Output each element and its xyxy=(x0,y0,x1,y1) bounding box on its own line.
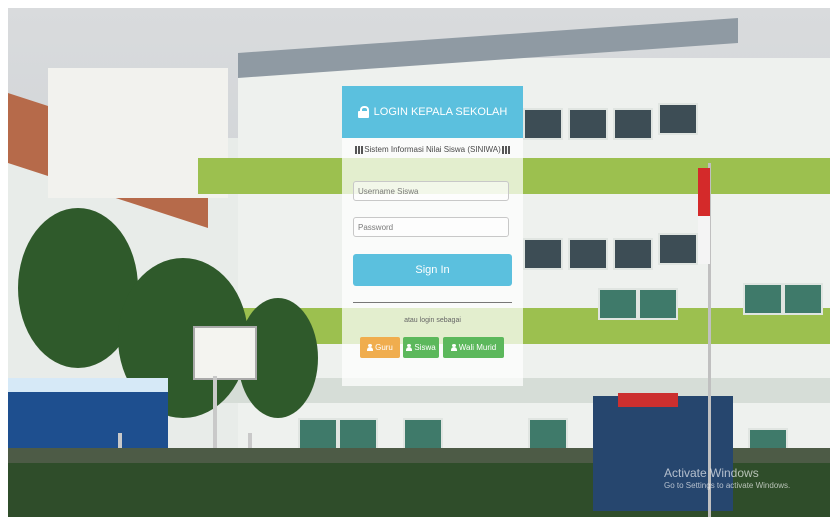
activate-windows-title: Activate Windows xyxy=(664,466,759,480)
lock-icon xyxy=(357,106,369,118)
activate-windows-subtitle: Go to Settings to activate Windows. xyxy=(664,481,791,490)
siswa-login-button[interactable]: Siswa xyxy=(403,337,439,358)
sign-in-button[interactable]: Sign In xyxy=(353,254,512,286)
user-icon xyxy=(406,344,413,351)
sign-in-label: Sign In xyxy=(415,264,450,276)
password-placeholder: Password xyxy=(358,223,394,232)
guru-login-button[interactable]: Guru xyxy=(360,337,400,358)
wali-murid-login-button[interactable]: Wali Murid xyxy=(443,337,504,358)
qrcode-icon xyxy=(501,145,510,154)
wali-murid-label: Wali Murid xyxy=(458,343,497,352)
login-page: LOGIN KEPALA SEKOLAH Sistem Informasi Ni… xyxy=(8,8,830,517)
system-subtitle-text: Sistem Informasi Nilai Siswa (SINIWA) xyxy=(364,145,501,154)
divider xyxy=(353,302,512,303)
qrcode-icon xyxy=(355,145,364,154)
activate-windows-watermark: Activate Windows Go to Settings to activ… xyxy=(664,466,790,490)
username-input[interactable]: Username Siswa xyxy=(353,181,509,201)
login-as-text: atau login sebagai xyxy=(404,317,461,324)
user-icon xyxy=(450,344,457,351)
login-header: LOGIN KEPALA SEKOLAH xyxy=(342,86,523,138)
siswa-label: Siswa xyxy=(414,343,436,352)
username-placeholder: Username Siswa xyxy=(358,187,419,196)
system-subtitle: Sistem Informasi Nilai Siswa (SINIWA) xyxy=(342,145,523,154)
password-input[interactable]: Password xyxy=(353,217,509,237)
login-panel: LOGIN KEPALA SEKOLAH Sistem Informasi Ni… xyxy=(342,86,523,386)
login-title: LOGIN KEPALA SEKOLAH xyxy=(373,106,508,118)
guru-label: Guru xyxy=(375,343,393,352)
user-icon xyxy=(367,344,374,351)
